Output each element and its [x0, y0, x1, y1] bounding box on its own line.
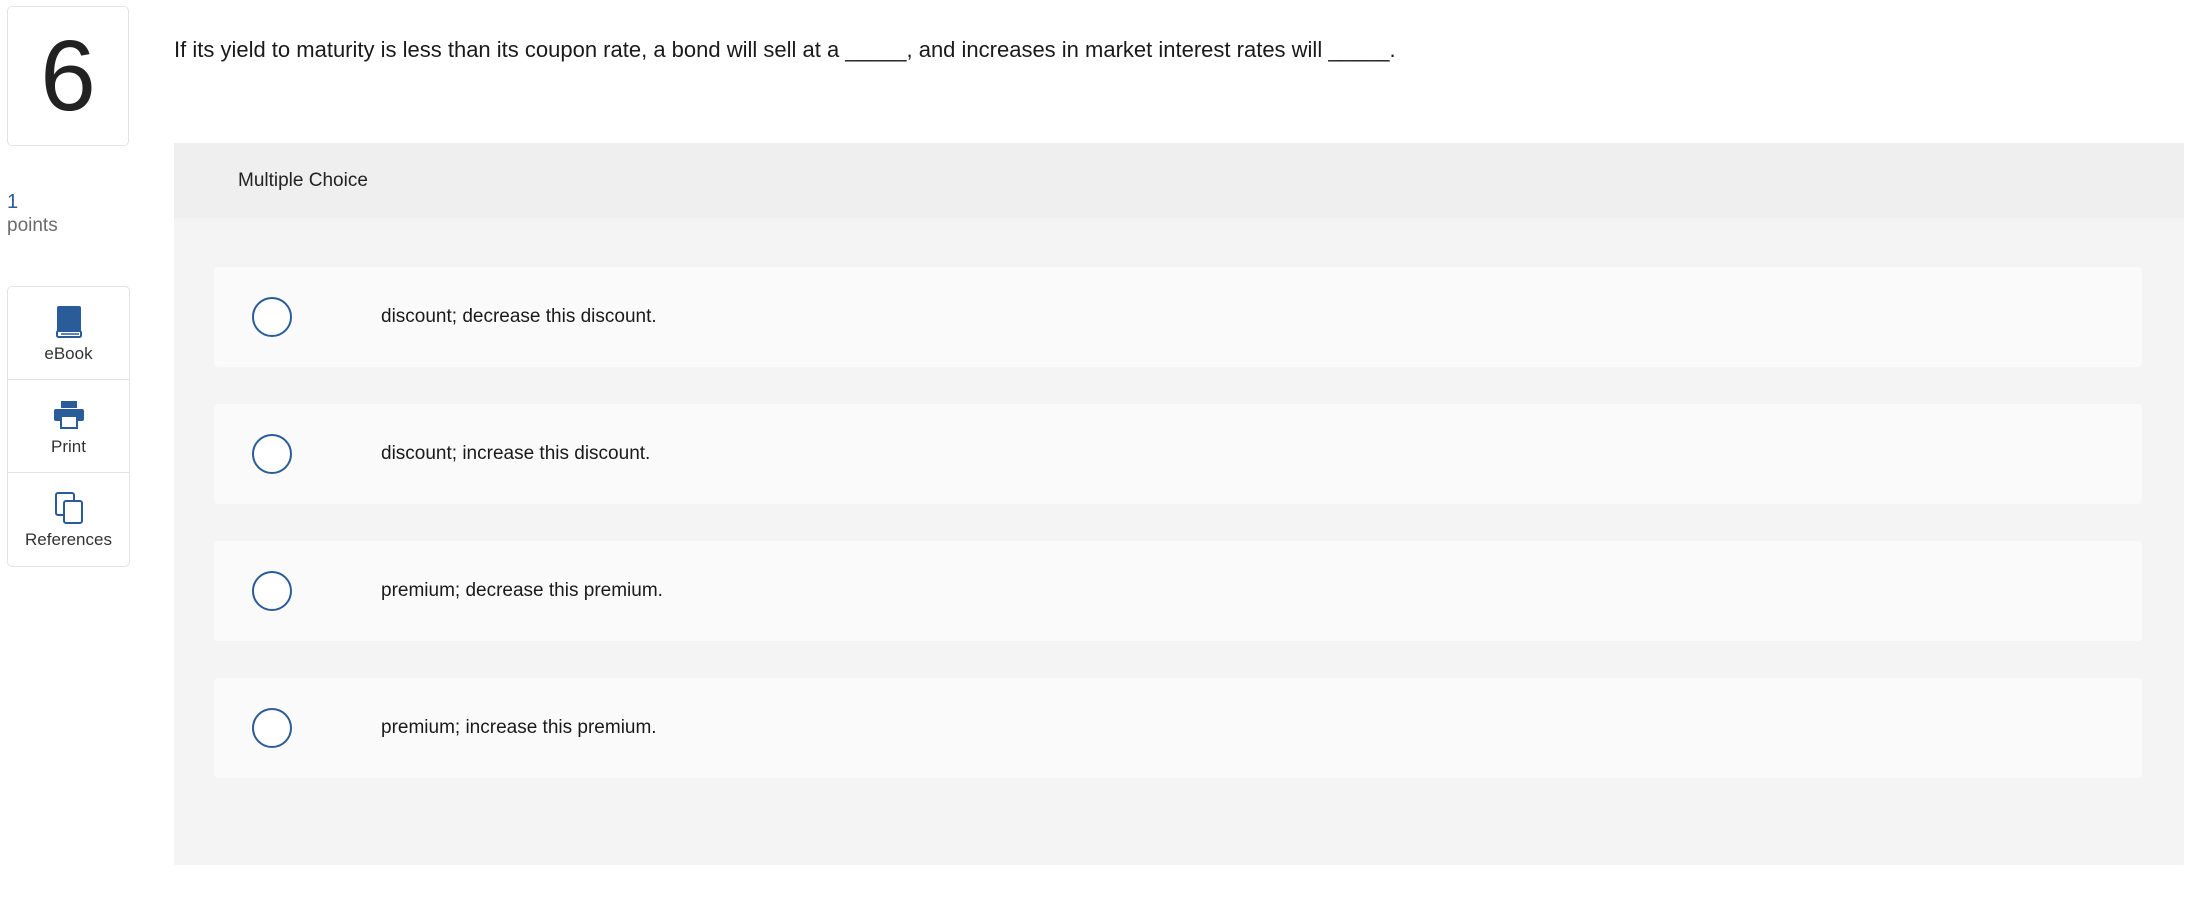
references-button[interactable]: References	[8, 473, 129, 566]
answer-panel: Multiple Choice discount; decrease this …	[174, 143, 2184, 865]
choice-option[interactable]: premium; decrease this premium.	[214, 541, 2142, 641]
choice-label: discount; decrease this discount.	[381, 306, 657, 327]
book-icon	[52, 305, 86, 339]
printer-icon	[52, 398, 86, 432]
choice-label: premium; increase this premium.	[381, 717, 657, 738]
points-info: 1 points	[7, 190, 58, 238]
tools-panel: eBook Print References	[7, 286, 130, 567]
choice-label: discount; increase this discount.	[381, 443, 651, 464]
choice-label: premium; decrease this premium.	[381, 580, 663, 601]
question-text: If its yield to maturity is less than it…	[174, 37, 1396, 62]
radio-button[interactable]	[252, 571, 292, 611]
question-number: 6	[7, 6, 129, 146]
radio-button[interactable]	[252, 434, 292, 474]
copy-pages-icon	[52, 491, 86, 525]
radio-button[interactable]	[252, 708, 292, 748]
print-button[interactable]: Print	[8, 380, 129, 473]
choice-option[interactable]: discount; decrease this discount.	[214, 267, 2142, 367]
references-label: References	[25, 530, 112, 549]
choice-option[interactable]: premium; increase this premium.	[214, 678, 2142, 778]
ebook-label: eBook	[44, 344, 93, 363]
points-label: points	[7, 215, 58, 236]
question-type-label: Multiple Choice	[174, 143, 2184, 218]
question-page: 6 1 points eBook Print References If its…	[0, 0, 2191, 922]
print-label: Print	[51, 437, 86, 456]
radio-button[interactable]	[252, 297, 292, 337]
points-value: 1	[7, 191, 19, 213]
choice-option[interactable]: discount; increase this discount.	[214, 404, 2142, 504]
ebook-button[interactable]: eBook	[8, 287, 129, 380]
